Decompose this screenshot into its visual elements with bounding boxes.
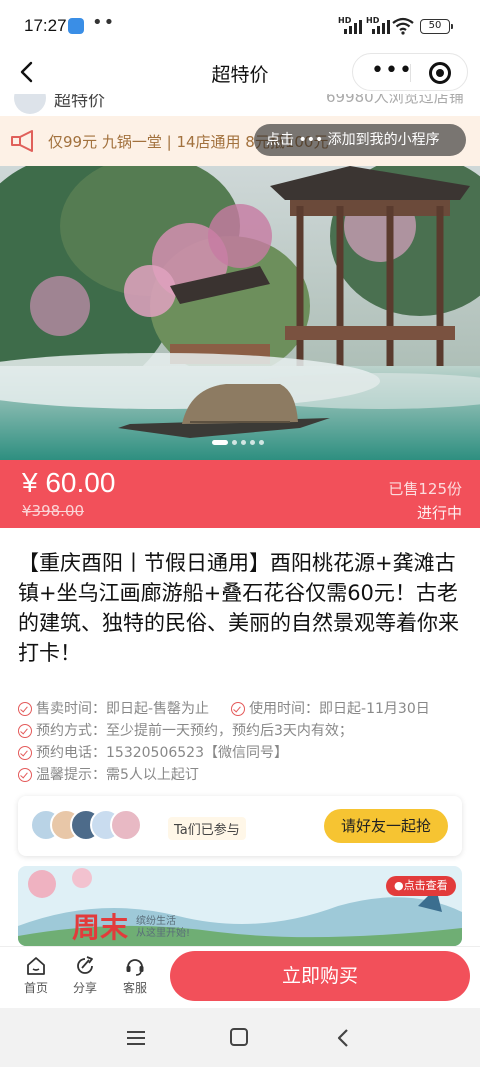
app-notification-icon (68, 18, 84, 34)
check-circle-icon (18, 768, 32, 782)
store-logo (14, 94, 46, 114)
share-tab-label: 分享 (72, 981, 97, 995)
system-navigation-bar (0, 1008, 480, 1067)
add-mini-program-tooltip: 点击 ••• 添加到我的小程序 (254, 124, 466, 156)
mini-program-capsule: ••• (352, 53, 468, 91)
store-views: 69980人浏览过店铺 (326, 94, 464, 106)
check-circle-icon (231, 702, 246, 716)
wifi-icon (392, 17, 414, 35)
home-tab[interactable]: 首页 (12, 955, 60, 996)
store-row[interactable]: 超特价 69980人浏览过店铺 (0, 94, 480, 116)
battery-icon: 50 (420, 19, 453, 34)
info-row-booking-phone: 预约电话：15320506523【微信同号】 (18, 742, 468, 764)
tips: 温馨提示：需5人以上起订 (36, 767, 199, 783)
system-back-icon[interactable] (335, 1028, 351, 1048)
price-bar: ¥ 60.00 ¥398.00 已售125份 进行中 (0, 460, 480, 528)
banner-subtitle-line1: 缤纷生活 (136, 916, 176, 927)
sold-count: 已售125份 (388, 480, 462, 498)
banner-subtitle: 缤纷生活 从这里开始! (136, 916, 190, 940)
pager-dot (259, 440, 264, 445)
info-row-tips: 温馨提示：需5人以上起订 (18, 764, 468, 786)
avatar (110, 809, 142, 841)
headset-icon (126, 959, 144, 976)
store-name: 超特价 (54, 94, 105, 111)
home-tab-label: 首页 (23, 981, 48, 995)
product-image-carousel[interactable] (0, 166, 480, 460)
status-bar: 17:27 •• HD HD 50 (0, 0, 480, 56)
capsule-divider (410, 64, 411, 82)
use-time: 使用时间：即日起-11月30日 (249, 701, 430, 717)
share-icon (77, 956, 93, 974)
participants-card: Ta们已参与 请好友一起抢 (18, 796, 462, 856)
share-tab[interactable]: 分享 (61, 955, 109, 996)
invite-friends-button[interactable]: 请好友一起抢 (324, 809, 448, 843)
status-time: 17:27 (24, 16, 67, 35)
banner-subtitle-line2: 从这里开始! (136, 928, 191, 939)
info-row-times: 售卖时间：即日起-售罄为止 使用时间：即日起-11月30日 (18, 698, 468, 720)
signal-icon-1 (344, 18, 362, 34)
participant-avatars (30, 809, 150, 843)
carousel-pager (212, 440, 264, 445)
check-circle-icon (18, 702, 32, 716)
megaphone-icon (11, 130, 33, 152)
pager-dot (232, 440, 237, 445)
close-target-icon[interactable] (429, 62, 451, 84)
current-price: ¥ 60.00 (22, 467, 116, 498)
info-row-booking-method: 预约方式：至少提前一天预约，预约后3天内有效； (18, 720, 468, 742)
booking-phone[interactable]: 预约电话：15320506523【微信同号】 (36, 742, 288, 764)
recent-apps-icon[interactable] (126, 1030, 146, 1046)
scenery-image (0, 166, 480, 460)
banner-headline: 周末 (72, 911, 129, 944)
product-title: 【重庆酉阳丨节假日通用】酉阳桃花源+龚滩古镇+坐乌江画廊游船+叠石花谷仅需60元… (18, 551, 459, 665)
buy-now-button[interactable]: 立即购买 (170, 951, 470, 1001)
check-circle-icon (18, 746, 32, 760)
product-info-list: 售卖时间：即日起-售罄为止 使用时间：即日起-11月30日 预约方式：至少提前一… (18, 698, 468, 786)
booking-method: 预约方式：至少提前一天预约，预约后3天内有效； (36, 723, 353, 739)
status-dots: •• (92, 12, 116, 33)
sale-time: 售卖时间：即日起-售罄为止 (36, 701, 210, 717)
banner-view-badge[interactable]: ●点击查看 (386, 876, 456, 896)
pager-dot (241, 440, 246, 445)
customer-service-tab[interactable]: 客服 (111, 955, 159, 996)
home-icon (27, 957, 45, 975)
service-tab-label: 客服 (122, 981, 147, 995)
system-home-icon[interactable] (230, 1028, 248, 1046)
navigation-bar: 超特价 ••• (0, 50, 480, 94)
check-circle-icon (18, 724, 32, 738)
bottom-action-bar: 首页 分享 客服 立即购买 (0, 946, 480, 1008)
pager-dot-active (212, 440, 228, 445)
notice-bar[interactable]: 仅99元 九锅一堂 | 14店通用 8元抵100元 点击 ••• 添加到我的小程… (0, 116, 480, 166)
promo-banner[interactable]: 周末 缤纷生活 从这里开始! ●点击查看 (18, 866, 462, 946)
pager-dot (250, 440, 255, 445)
signal-icon-2 (372, 18, 390, 34)
original-price: ¥398.00 (22, 502, 85, 520)
sale-status: 进行中 (416, 504, 462, 522)
joined-label: Ta们已参与 (168, 817, 246, 840)
more-icon[interactable]: ••• (371, 60, 413, 82)
